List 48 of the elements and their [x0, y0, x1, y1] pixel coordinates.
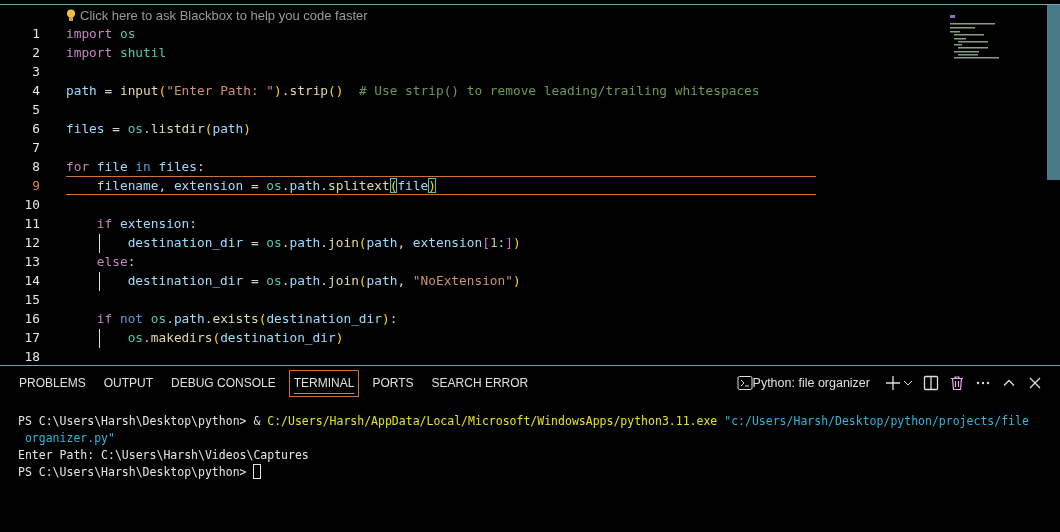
panel-tab[interactable]: OUTPUT: [98, 369, 159, 397]
blackbox-hint[interactable]: Click here to ask Blackbox to help you code faster: [80, 8, 368, 23]
terminal-line: PS C:\Users\Harsh\Desktop\python> & C:/Users/Harsh/AppData/Local/Microsoft/WindowsApps/python3.11.exe "c:/Users/Harsh/Desktop/python/projects/file: [18, 413, 1029, 428]
panel-tab[interactable]: TERMINAL: [288, 369, 360, 397]
line-number: 7: [31, 140, 40, 155]
line-number: 13: [23, 254, 40, 269]
code-line: for file in files:: [66, 159, 205, 174]
code-line: import os: [66, 26, 136, 41]
line-number: 8: [31, 159, 40, 174]
line-number: 1: [31, 26, 40, 41]
split-icon[interactable]: [923, 375, 939, 391]
code-line: files = os.listdir(path): [66, 121, 251, 136]
code-line: else:: [95, 254, 136, 269]
line-number: 15: [23, 292, 40, 307]
line-number: 3: [31, 64, 40, 79]
code-line: destination_dir = os.path.join(path, extension[1:]): [66, 235, 521, 250]
code-line: import shutil: [66, 45, 167, 60]
line-number: 11: [23, 216, 40, 231]
code-line: os.makedirs(destination_dir): [66, 330, 344, 345]
panel-tab[interactable]: PORTS: [367, 369, 419, 397]
terminal-line: PS C:\Users\Harsh\Desktop\python>: [18, 464, 248, 479]
code-line: path = input("Enter Path: ").strip() # Use strip() to remove leading/trailing whitespaces: [66, 83, 760, 98]
code-line: if not os.path.exists(destination_dir):: [95, 311, 398, 326]
code-line: destination_dir = os.path.join(path, "NoExtension"): [66, 273, 521, 288]
plus-icon[interactable]: [885, 375, 901, 391]
terminal-icon: [736, 375, 753, 391]
line-number: 5: [31, 102, 40, 117]
line-number: 14: [23, 273, 40, 288]
terminal-line: organizer.py": [23, 430, 115, 445]
line-number: 18: [23, 349, 40, 364]
line-number: 9: [31, 178, 40, 193]
panel-tab[interactable]: SEARCH ERROR: [426, 369, 534, 397]
line-number: 12: [23, 235, 40, 250]
panel-tab[interactable]: PROBLEMS: [14, 369, 91, 397]
line-number: 2: [31, 45, 40, 60]
terminal-name[interactable]: Python: file organizer: [752, 376, 870, 390]
lightbulb-icon: [66, 9, 76, 22]
close-icon[interactable]: [1027, 375, 1043, 391]
terminal-line: Enter Path: C:\Users\Harsh\Videos\Captures: [18, 447, 309, 462]
trash-icon[interactable]: [949, 375, 965, 391]
line-number: 16: [23, 311, 40, 326]
line-number: 17: [23, 330, 40, 345]
code-line: if extension:: [95, 216, 197, 231]
line-number: 10: [23, 197, 40, 212]
line-number: 6: [31, 121, 40, 136]
line-number: 4: [31, 83, 40, 98]
scrollbar-thumb[interactable]: [1047, 5, 1060, 180]
panel-tab[interactable]: DEBUG CONSOLE: [166, 369, 281, 397]
